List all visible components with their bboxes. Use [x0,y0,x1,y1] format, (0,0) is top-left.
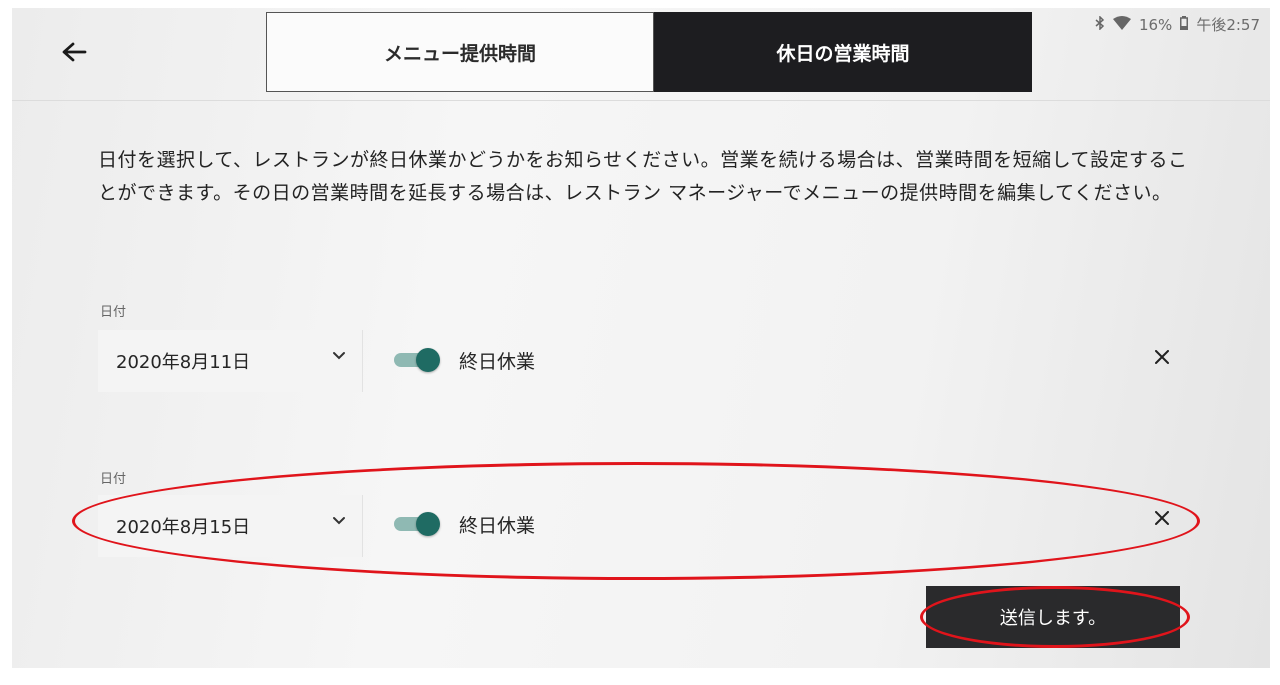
wifi-icon [1112,15,1131,34]
date-select-1[interactable]: 2020年8月11日 [98,330,363,392]
highlight-ellipse-submit [920,586,1190,648]
bluetooth-icon [1095,14,1105,34]
toggle-knob [416,348,440,372]
tab-bar: メニュー提供時間 休日の営業時間 [266,12,1032,92]
date-label: 日付 [100,472,127,487]
close-icon [1155,350,1169,364]
header-divider [12,100,1270,101]
tab-menu-hours-label: メニュー提供時間 [383,42,536,65]
arrow-left-icon [62,42,87,62]
closed-all-day-toggle-1[interactable] [394,348,442,372]
date-value: 2020年8月11日 [116,352,251,373]
closed-all-day-label: 終日休業 [459,351,536,373]
tab-holiday-hours-label: 休日の営業時間 [776,42,910,65]
status-bar: 16% 午後2:57 [1095,14,1260,35]
highlight-ellipse-row [72,462,1200,580]
battery-percent: 16% [1138,15,1173,34]
date-label: 日付 [100,305,127,320]
battery-icon [1180,15,1189,34]
tab-holiday-hours[interactable]: 休日の営業時間 [654,12,1032,92]
back-button[interactable] [54,32,94,72]
status-time: 午後2:57 [1196,16,1260,34]
chevron-down-icon [333,352,345,360]
instructions-text: 日付を選択して、レストランが終日休業かどうかをお知らせください。営業を続ける場合… [98,149,1188,204]
remove-date-button-1[interactable] [1150,345,1174,369]
tab-menu-hours[interactable]: メニュー提供時間 [266,12,654,92]
